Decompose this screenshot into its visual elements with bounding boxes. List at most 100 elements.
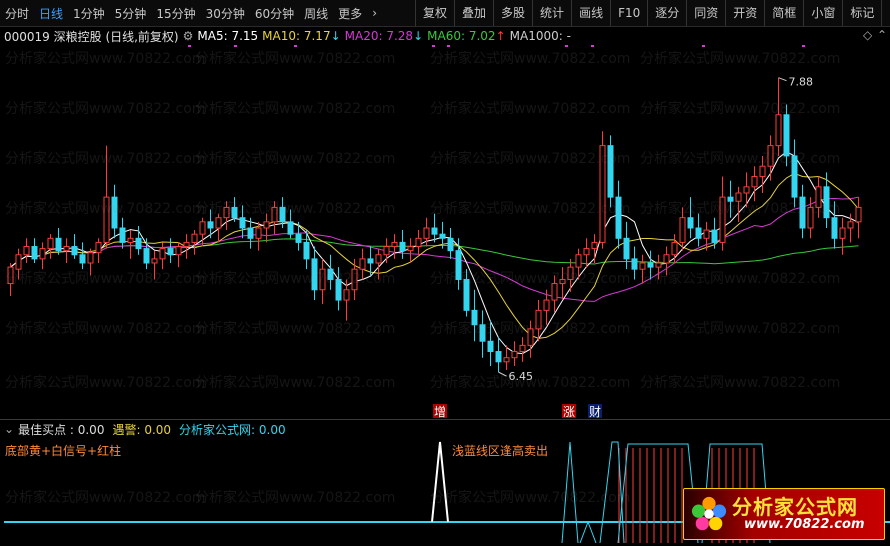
marker-dot	[802, 44, 805, 47]
candle-body	[735, 192, 742, 202]
candle-body	[63, 246, 70, 252]
tab-timeframe-1[interactable]: 日线	[34, 5, 68, 22]
candle-body	[567, 266, 574, 280]
settings-icon[interactable]: ⚙	[183, 29, 194, 43]
toolbar-button-12[interactable]: +自	[881, 0, 890, 26]
collapse-icon[interactable]: ⌃	[877, 28, 887, 42]
candle-body	[319, 268, 326, 291]
candlestick-chart[interactable]: 7.88 6.45 增 涨财	[0, 44, 890, 420]
candle-body	[39, 248, 46, 260]
indicator-name[interactable]: 最佳买点 : 0.00	[18, 421, 104, 438]
toolbar-button-10[interactable]: 小窗	[803, 0, 842, 26]
candle-body	[399, 241, 406, 252]
candle-body	[551, 283, 558, 301]
candle-body	[487, 340, 494, 353]
tab-timeframe-7[interactable]: 周线	[299, 5, 333, 22]
toolbar-button-5[interactable]: F10	[610, 0, 647, 26]
indicator-note-left: 底部黄+白信号+红柱	[5, 444, 122, 458]
candle-body	[647, 262, 654, 268]
candle-body	[143, 248, 150, 264]
ma5-value: MA5: 7.15	[197, 29, 259, 43]
candle-body	[591, 241, 598, 250]
tab-timeframe-0[interactable]: 分时	[0, 5, 34, 22]
candle-body	[559, 278, 566, 285]
candle-body	[631, 258, 638, 270]
toolbar: 分时 日线 1分钟 5分钟 15分钟 30分钟 60分钟 周线 更多 › 复权 叠加 多股 统计 画线 F1…	[0, 0, 890, 27]
candle-body	[543, 299, 550, 311]
ma10-arrow: ↓	[330, 29, 341, 43]
candle-body	[703, 229, 710, 239]
marker-dot	[565, 44, 568, 47]
candle-body	[183, 241, 190, 248]
tab-timeframe-5[interactable]: 30分钟	[201, 5, 250, 22]
tab-timeframe-2[interactable]: 1分钟	[68, 5, 110, 22]
candle-body	[375, 254, 382, 264]
toolbar-button-4[interactable]: 画线	[571, 0, 610, 26]
indicator-collapse-icon[interactable]: ⌄	[0, 422, 18, 436]
tab-timeframe-6[interactable]: 60分钟	[250, 5, 299, 22]
ma60-arrow: ↑	[495, 29, 506, 43]
toolbar-button-8[interactable]: 开资	[725, 0, 764, 26]
candle-body	[287, 221, 294, 235]
candle-body	[159, 248, 166, 260]
high-price-label: 7.88	[789, 76, 814, 89]
candle-body	[279, 206, 286, 223]
candle-body	[223, 206, 230, 219]
low-price-label: 6.45	[509, 370, 534, 383]
marker-dot	[294, 44, 297, 47]
diamond-icon[interactable]: ◇	[863, 28, 872, 42]
candle-body	[719, 196, 726, 243]
toolbar-button-11[interactable]: 标记	[842, 0, 881, 26]
candle-body	[335, 278, 342, 301]
candle-body	[639, 262, 646, 270]
candle-body	[447, 237, 454, 252]
toolbar-button-2[interactable]: 多股	[493, 0, 532, 26]
candle-body	[599, 145, 606, 243]
tab-timeframe-8[interactable]: 更多	[333, 5, 367, 22]
candle-body	[407, 246, 414, 252]
tab-timeframe-4[interactable]: 15分钟	[151, 5, 200, 22]
candle-body	[855, 206, 862, 223]
candle-body	[759, 165, 766, 178]
logo-url: www.70822.com	[744, 517, 865, 532]
toolbar-button-1[interactable]: 叠加	[454, 0, 493, 26]
candle-body	[151, 258, 158, 264]
toolbar-button-3[interactable]: 统计	[532, 0, 571, 26]
candle-body	[327, 268, 334, 280]
toolbar-button-0[interactable]: 复权	[415, 0, 454, 26]
toolbar-button-group: 复权叠加多股统计画线F10逐分同资开资简框小窗标记+自	[415, 0, 890, 26]
stock-title[interactable]: 000019 深粮控股 (日线,前复权)	[0, 28, 179, 45]
marker-dot	[447, 44, 450, 47]
indicator-info-bar: ⌄ 最佳买点 : 0.00 遇警: 0.00 分析家公式网: 0.00	[0, 420, 890, 438]
candle-body	[7, 266, 14, 285]
timeframe-group: 分时 日线 1分钟 5分钟 15分钟 30分钟 60分钟 周线 更多 ›	[0, 5, 382, 22]
candle-body	[783, 114, 790, 157]
tab-timeframe-3[interactable]: 5分钟	[110, 5, 152, 22]
candle-body	[303, 241, 310, 260]
candle-body	[359, 258, 366, 270]
candle-body	[495, 351, 502, 363]
candle-body	[823, 186, 830, 219]
candle-body	[439, 233, 446, 239]
candle-body	[367, 258, 374, 264]
candle-body	[615, 196, 622, 239]
candle-body	[119, 227, 126, 243]
toolbar-button-9[interactable]: 简框	[764, 0, 803, 26]
low-pointer	[498, 371, 507, 377]
candle-body	[751, 176, 758, 188]
candle-body	[47, 237, 54, 250]
candle-body	[31, 246, 38, 260]
toolbar-button-6[interactable]: 逐分	[647, 0, 686, 26]
candle-body	[87, 252, 94, 264]
ma1000-value: MA1000: -	[509, 29, 571, 43]
price-chart-area[interactable]: 7.88 6.45 增 涨财	[0, 44, 890, 420]
candle-body	[343, 289, 350, 301]
toolbar-button-7[interactable]: 同资	[686, 0, 725, 26]
chevron-right-icon[interactable]: ›	[367, 6, 382, 20]
candle-body	[655, 262, 662, 268]
candle-body	[239, 217, 246, 229]
ma10-value: MA10: 7.17	[262, 29, 331, 43]
candle-body	[391, 241, 398, 248]
tag-cai: 财	[589, 405, 601, 419]
sell-zone-line	[599, 441, 625, 544]
